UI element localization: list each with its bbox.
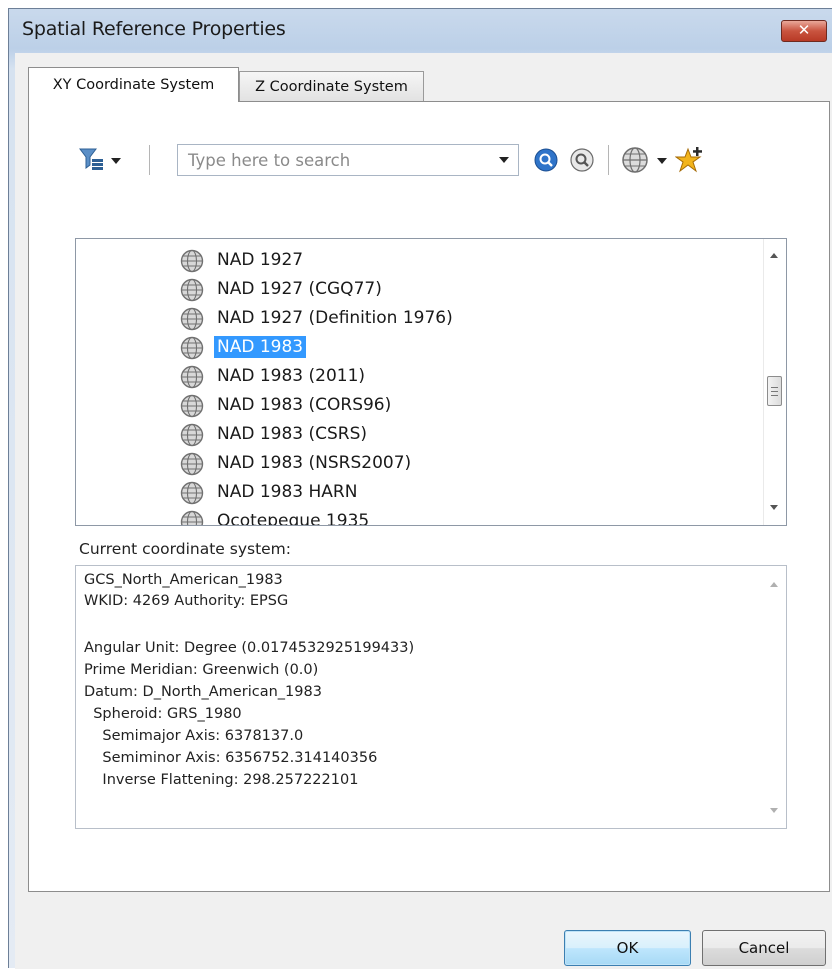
globe-icon	[180, 307, 204, 331]
scroll-up-arrow[interactable]	[770, 253, 778, 258]
search-icon[interactable]	[533, 147, 559, 173]
globe-add-icon[interactable]	[621, 146, 649, 174]
detail-line: Semiminor Axis: 6356752.314140356	[84, 750, 378, 766]
dialog-client-area: XY Coordinate System Z Coordinate System…	[15, 53, 832, 969]
detail-line: Spheroid: GRS_1980	[84, 706, 242, 722]
detail-line: Inverse Flattening: 298.257222101	[84, 772, 359, 788]
list-item-label: NAD 1983 (CSRS)	[217, 424, 368, 444]
globe-icon	[180, 365, 204, 389]
globe-icon	[180, 278, 204, 302]
details-scrollbar[interactable]	[764, 566, 786, 828]
toolbar-separator	[149, 145, 150, 175]
globe-icon	[180, 249, 204, 273]
dialog-window: Spatial Reference Properties ✕ XY Coordi…	[8, 8, 832, 969]
list-item-label: NAD 1983	[214, 336, 307, 358]
globe-icon	[180, 394, 204, 418]
search-history-dropdown[interactable]	[499, 157, 509, 163]
title-bar[interactable]: Spatial Reference Properties ✕	[9, 9, 832, 53]
detail-line: Datum: D_North_American_1983	[84, 684, 322, 700]
list-item-label: Ocotepeque 1935	[217, 511, 370, 526]
add-favorite-icon[interactable]	[674, 145, 705, 175]
cancel-button[interactable]: Cancel	[702, 930, 826, 966]
scroll-down-arrow[interactable]	[770, 505, 778, 510]
list-item-label: NAD 1927 (CGQ77)	[217, 279, 382, 299]
list-item-label: NAD 1983 HARN	[217, 482, 358, 502]
filter-dropdown-caret[interactable]	[111, 158, 121, 164]
tab-xy-coordinate-system[interactable]: XY Coordinate System	[28, 67, 239, 102]
globe-icon	[180, 336, 204, 360]
filter-icon[interactable]	[79, 147, 105, 171]
globe-icon	[180, 423, 204, 447]
dialog-title: Spatial Reference Properties	[22, 18, 286, 40]
list-scrollbar[interactable]	[763, 239, 786, 525]
search-placeholder: Type here to search	[188, 151, 351, 170]
detail-line: Angular Unit: Degree (0.0174532925199433…	[84, 640, 415, 656]
globe-icon	[180, 510, 204, 525]
list-item-label: NAD 1983 (NSRS2007)	[217, 453, 412, 473]
list-item-label: NAD 1983 (2011)	[217, 366, 366, 386]
current-coordinate-system-label: Current coordinate system:	[79, 540, 291, 558]
detail-line: WKID: 4269 Authority: EPSG	[84, 593, 289, 609]
clear-search-icon[interactable]	[569, 147, 595, 173]
detail-line: GCS_North_American_1983	[84, 572, 283, 588]
thumb-grip	[771, 391, 778, 392]
close-button[interactable]: ✕	[781, 20, 827, 42]
thumb-grip	[771, 395, 778, 396]
globe-icon	[180, 481, 204, 505]
list-item-label: NAD 1927 (Definition 1976)	[217, 308, 453, 328]
list-item-label: NAD 1983 (CORS96)	[217, 395, 392, 415]
globe-dropdown-caret[interactable]	[657, 158, 667, 164]
detail-line: Prime Meridian: Greenwich (0.0)	[84, 662, 319, 678]
list-item-label: NAD 1927	[217, 250, 304, 270]
thumb-grip	[771, 387, 778, 388]
current-coordinate-system-details[interactable]: GCS_North_American_1983 WKID: 4269 Autho…	[75, 565, 787, 829]
tab-z-coordinate-system[interactable]: Z Coordinate System	[239, 71, 424, 101]
toolbar-separator	[608, 145, 609, 175]
detail-line: Semimajor Axis: 6378137.0	[84, 728, 304, 744]
search-input[interactable]: Type here to search	[177, 144, 519, 176]
coordinate-system-list[interactable]: NAD 1927 NAD 1927 (CGQ77) NAD 1927 (Defi…	[75, 238, 787, 526]
scroll-thumb[interactable]	[767, 376, 782, 406]
toolbar: Type here to search	[79, 140, 779, 180]
xy-tab-panel: Type here to search NAD 1927 NAD 1927 (C…	[28, 101, 830, 892]
ok-button[interactable]: OK	[564, 930, 691, 966]
scroll-up-arrow[interactable]	[770, 582, 778, 587]
globe-icon	[180, 452, 204, 476]
scroll-down-arrow[interactable]	[770, 808, 778, 813]
